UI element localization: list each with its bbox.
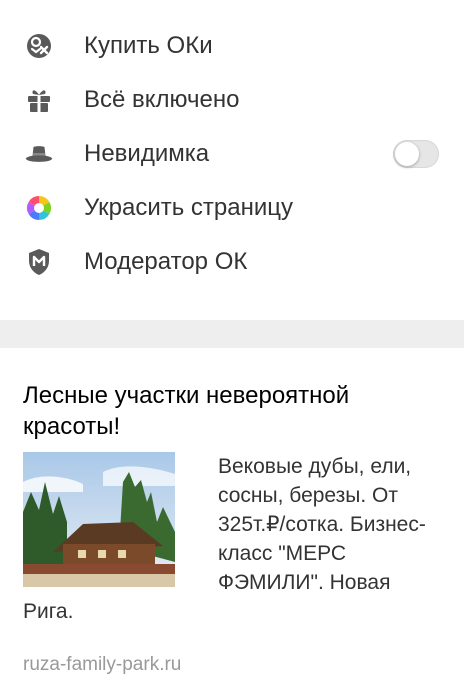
menu-item-label: Невидимка <box>84 140 210 167</box>
menu-item-buy-oki[interactable]: Купить ОКи <box>0 19 464 73</box>
menu-item-label: Всё включено <box>84 86 240 113</box>
moderator-shield-icon <box>25 248 53 276</box>
section-divider <box>0 320 464 348</box>
ad-image[interactable] <box>23 452 175 587</box>
menu-item-all-inclusive[interactable]: Всё включено <box>0 73 464 127</box>
menu-list: Купить ОКи Всё включено Невидимка Украси… <box>0 0 464 320</box>
color-wheel-icon <box>25 194 53 222</box>
menu-item-label: Модератор ОК <box>84 248 248 275</box>
menu-item-moderator[interactable]: Модератор ОК <box>0 235 464 289</box>
ad-title[interactable]: Лесные участки невероятной красоты! <box>23 380 443 442</box>
ad-block[interactable]: Лесные участки невероятной красоты! Веко… <box>0 348 464 700</box>
invisible-toggle[interactable] <box>393 140 439 168</box>
hat-icon <box>25 140 53 168</box>
toggle-knob <box>395 142 419 166</box>
ad-domain-link[interactable]: ruza-family-park.ru <box>23 654 181 676</box>
ok-coins-icon <box>25 32 53 60</box>
menu-item-decorate-page[interactable]: Украсить страницу <box>0 181 464 235</box>
gift-icon <box>25 86 53 114</box>
menu-item-invisible[interactable]: Невидимка <box>0 127 464 181</box>
menu-item-label: Купить ОКи <box>84 32 213 59</box>
menu-item-label: Украсить страницу <box>84 194 294 221</box>
